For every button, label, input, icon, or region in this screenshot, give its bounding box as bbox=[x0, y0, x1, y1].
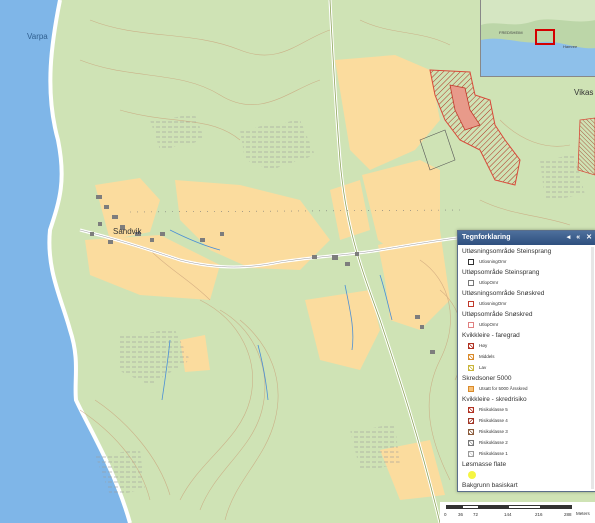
legend-item: Risikoklasse 4 bbox=[458, 415, 595, 426]
scale-tick: 0 bbox=[444, 512, 447, 517]
legend-item: Risikoklasse 3 bbox=[458, 426, 595, 437]
legend-group-title: Kvikkleire - skredrisiko bbox=[462, 396, 527, 403]
legend-group-title: Utløsningsområde Steinsprang bbox=[462, 248, 552, 255]
legend-item-label: UtlosningOmr bbox=[479, 301, 507, 306]
legend-swatch-icon bbox=[468, 417, 474, 424]
legend-swatch-icon bbox=[468, 342, 474, 349]
legend-item-label: Risikoklasse 5 bbox=[479, 407, 508, 412]
legend-group-title: Skredsoner 5000 bbox=[462, 375, 512, 382]
legend-swatch-icon bbox=[468, 470, 476, 479]
place-label-vikas: Vikas bbox=[574, 88, 594, 97]
scale-tick: 144 bbox=[504, 512, 512, 517]
overview-map[interactable]: FREDSHEIM Hamree bbox=[480, 0, 595, 77]
legend-item-label: Risikoklasse 2 bbox=[479, 440, 508, 445]
legend-item: UtlopOmr bbox=[458, 319, 595, 330]
legend-item: Utsatt for 5000 Årsskred bbox=[458, 383, 595, 394]
legend-swatch-icon bbox=[468, 258, 474, 265]
scale-unit: Meters bbox=[576, 511, 590, 516]
legend-body[interactable]: Utløsningsområde Steinsprang UtlosningOmr… bbox=[458, 246, 595, 491]
legend-group-title: Bakgrunn basiskart bbox=[462, 482, 518, 489]
legend-swatch-icon bbox=[468, 321, 474, 328]
legend-item-label: UtlosningOmr bbox=[479, 259, 507, 264]
legend-swatch-icon bbox=[468, 428, 474, 435]
legend-swatch-icon bbox=[468, 450, 474, 457]
legend-item-label: Utsatt for 5000 Årsskred bbox=[479, 386, 528, 391]
legend-item-label: Risikoklasse 3 bbox=[479, 429, 508, 434]
legend-item bbox=[458, 469, 595, 480]
legend-panel: Tegnforklaring ◂ « ✕ Utløsningsområde St… bbox=[457, 230, 595, 492]
legend-item-label: UtlopOmr bbox=[479, 280, 499, 285]
legend-item: Risikoklasse 2 bbox=[458, 437, 595, 448]
overview-label-2: Hamree bbox=[563, 44, 578, 49]
legend-scrollbar[interactable] bbox=[591, 247, 594, 489]
legend-swatch-icon bbox=[468, 364, 474, 371]
legend-item: Middels bbox=[458, 351, 595, 362]
legend-swatch-icon bbox=[468, 406, 474, 413]
scale-tick: 288 bbox=[564, 512, 572, 517]
scale-tick: 216 bbox=[535, 512, 543, 517]
legend-item-label: Middels bbox=[479, 354, 495, 359]
legend-swatch-icon bbox=[468, 300, 474, 307]
legend-group-title: Løsmasse flate bbox=[462, 461, 507, 468]
scale-tick: 36 bbox=[458, 512, 464, 517]
scale-bar: 0 36 72 144 216 288 Meters bbox=[440, 502, 595, 523]
legend-group-title: Kvikkleire - faregrad bbox=[462, 332, 520, 339]
place-label-sandvik: Sandvik bbox=[113, 227, 142, 236]
legend-item-label: Høy bbox=[479, 343, 488, 348]
legend-item: Risikoklasse 5 bbox=[458, 404, 595, 415]
place-label-varpa: Varpa bbox=[27, 32, 48, 41]
legend-item: Lav bbox=[458, 362, 595, 373]
legend-group-title: Utløsningsområde Snøskred bbox=[462, 290, 545, 297]
legend-title: Tegnforklaring bbox=[462, 234, 511, 241]
legend-swatch-icon bbox=[468, 439, 474, 446]
overview-label: FREDSHEIM bbox=[499, 30, 523, 35]
legend-item-label: UtlopOmr bbox=[479, 322, 499, 327]
legend-collapse-button[interactable]: ◂ bbox=[567, 234, 571, 241]
legend-group-title: Utløpsområde Steinsprang bbox=[462, 269, 540, 276]
legend-item: UtlosningOmr bbox=[458, 256, 595, 267]
legend-swatch-icon bbox=[468, 353, 474, 360]
legend-item-label: Risikoklasse 4 bbox=[479, 418, 508, 423]
legend-header: Tegnforklaring ◂ « ✕ bbox=[458, 231, 595, 245]
legend-close-button[interactable]: ✕ bbox=[586, 234, 592, 241]
legend-swatch-icon bbox=[468, 385, 474, 392]
legend-item: UtlopOmr bbox=[458, 277, 595, 288]
legend-item: Høy bbox=[458, 340, 595, 351]
legend-minimize-button[interactable]: « bbox=[576, 234, 580, 241]
scale-tick: 72 bbox=[473, 512, 479, 517]
legend-item: Risikoklasse 1 bbox=[458, 448, 595, 459]
legend-swatch-icon bbox=[468, 279, 474, 286]
legend-item: UtlosningOmr bbox=[458, 298, 595, 309]
legend-item-label: Lav bbox=[479, 365, 487, 370]
legend-group-title: Utløpsområde Snøskred bbox=[462, 311, 533, 318]
legend-item-label: Risikoklasse 1 bbox=[479, 451, 508, 456]
